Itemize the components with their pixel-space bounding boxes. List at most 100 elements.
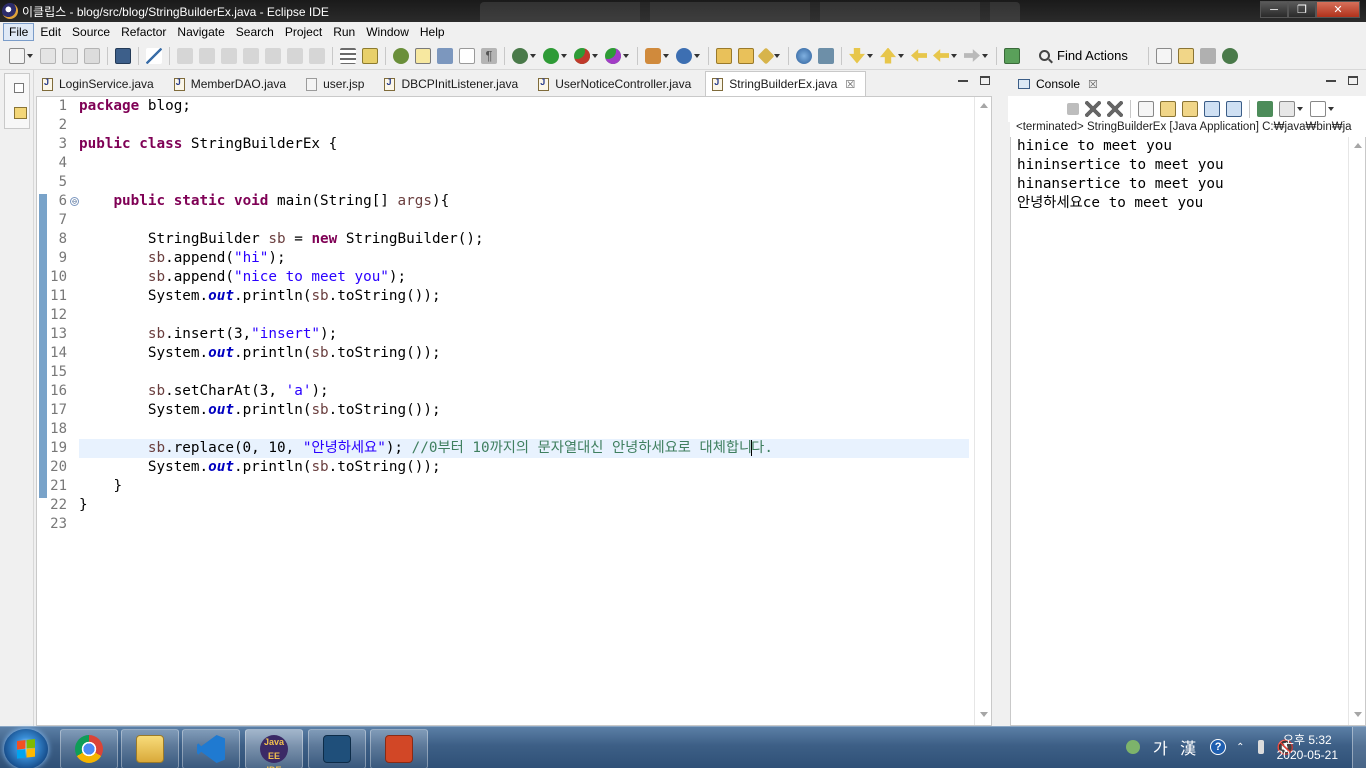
web-browser-icon[interactable] [796,47,812,64]
scroll-up-icon[interactable] [1354,143,1362,148]
terminate-icon[interactable] [221,47,237,64]
step-return-icon[interactable] [309,47,325,64]
clock[interactable]: 오후 5:32 2020-05-21 [1277,733,1338,763]
display-console-dropdown-icon[interactable] [1297,107,1303,111]
remove-all-terminated-icon[interactable] [1107,101,1123,117]
debug-icon[interactable] [512,47,528,64]
java-ee-perspective-icon[interactable] [1177,47,1194,64]
display-console-icon[interactable] [1279,101,1295,117]
word-wrap-icon[interactable] [340,47,356,64]
previous-annotation-dropdown-icon[interactable] [898,53,904,58]
open-perspective-icon[interactable] [1155,47,1172,64]
next-annotation-dropdown-icon[interactable] [867,53,873,58]
disconnect-icon[interactable] [243,47,259,64]
last-edit-location-icon[interactable] [911,49,927,62]
open-folder-icon[interactable] [716,47,732,64]
tab-login-service[interactable]: LoginService.java [36,72,164,96]
tab-console[interactable]: Console ☒ [1012,72,1106,96]
taskbar-mysql-workbench[interactable] [308,729,366,768]
tab-user-notice-controller[interactable]: UserNoticeController.java [532,72,701,96]
find-actions-button[interactable]: Find Actions [1039,48,1128,63]
debug-dropdown-icon[interactable] [530,53,536,58]
code-editor[interactable]: 1 2 3 4 5 6 ⊖ 7 8 9 10 11 12 13 14 15 16 … [36,96,992,726]
word-wrap-console-icon[interactable] [1182,101,1198,117]
external-tools-dropdown-icon[interactable] [623,53,629,58]
minimize-editor-icon[interactable] [958,80,968,82]
show-on-stderr-icon[interactable] [1226,101,1242,117]
menu-navigate[interactable]: Navigate [172,24,229,40]
network-icon[interactable] [1257,740,1264,754]
remove-launch-icon[interactable] [1085,101,1101,117]
tab-string-builder-ex[interactable]: StringBuilderEx.java ☒ [705,71,867,96]
chevron-icon[interactable]: ⌃ [1236,742,1244,753]
taskbar-eclipse[interactable]: Java EE IDE [245,729,303,768]
show-whitespace-icon[interactable] [459,47,475,64]
editor-vertical-scrollbar[interactable] [974,97,991,725]
help-icon[interactable]: ? [1210,739,1227,755]
menu-search[interactable]: Search [231,24,279,40]
code-text[interactable]: package blog; public class StringBuilder… [79,97,969,725]
toggle-mark-occurrences-icon[interactable] [415,47,431,64]
tab-user-jsp[interactable]: user.jsp [300,72,374,96]
suspend-icon[interactable] [199,47,215,64]
open-console-dropdown-icon[interactable] [1310,101,1326,117]
taskbar-chrome[interactable] [60,729,118,768]
close-button[interactable]: ✕ [1316,1,1360,18]
console-output[interactable]: hinice to meet you hininsertice to meet … [1010,137,1366,726]
team-sync-icon[interactable] [818,47,834,64]
taskbar-file-explorer[interactable] [121,729,179,768]
next-annotation-icon[interactable] [849,47,865,64]
maximize-console-icon[interactable] [1348,76,1358,85]
project-explorer-icon[interactable] [14,107,27,119]
hierarchy-icon[interactable] [362,47,378,64]
close-tab-icon[interactable]: ☒ [845,78,855,91]
menu-file[interactable]: File [3,23,35,41]
restore-icon[interactable] [14,83,24,93]
step-over-icon[interactable] [287,47,303,64]
debug-perspective-icon[interactable] [1221,47,1238,64]
menu-project[interactable]: Project [280,24,327,40]
run-dropdown-icon[interactable] [561,53,567,58]
pilcrow-icon[interactable]: ¶ [481,47,497,64]
tab-dbcp-init-listener[interactable]: DBCPInitListener.java [378,72,528,96]
scroll-down-icon[interactable] [1354,712,1362,717]
close-console-icon[interactable]: ☒ [1088,78,1098,91]
pin-editor-icon[interactable] [1004,47,1020,64]
pin-console-icon[interactable] [1257,101,1273,117]
maximize-button[interactable]: ❐ [1288,1,1316,18]
java-perspective-icon[interactable] [1199,47,1216,64]
open-type-icon[interactable] [393,47,409,64]
scroll-lock-icon[interactable] [1160,101,1176,117]
back-dropdown-icon[interactable] [951,53,957,58]
new-dropdown-icon[interactable] [27,53,33,58]
open-task-icon[interactable] [738,47,754,64]
sash-divider[interactable] [998,70,1008,726]
back-icon[interactable] [933,49,949,62]
maximize-editor-icon[interactable] [980,76,990,85]
menu-run[interactable]: Run [328,24,360,40]
minimize-button[interactable]: ─ [1260,1,1288,18]
save-icon[interactable] [40,47,56,64]
step-into-icon[interactable] [265,47,281,64]
menu-source[interactable]: Source [67,24,115,40]
terminate-icon[interactable] [1067,103,1079,115]
show-on-stdout-icon[interactable] [1204,101,1220,117]
coverage-icon[interactable] [574,47,590,64]
show-desktop-button[interactable] [1352,727,1366,768]
tab-member-dao[interactable]: MemberDAO.java [168,72,296,96]
search-icon[interactable] [757,47,775,64]
coverage-dropdown-icon[interactable] [592,53,598,58]
resume-icon[interactable] [177,47,193,64]
forward-dropdown-icon[interactable] [982,53,988,58]
search-dropdown-icon[interactable] [774,53,780,58]
new-java-project-icon[interactable] [645,47,661,64]
menu-help[interactable]: Help [415,24,450,40]
new-class-icon[interactable] [676,47,692,64]
previous-annotation-icon[interactable] [880,47,896,64]
skip-breakpoints-icon[interactable] [146,47,162,64]
start-button[interactable] [4,729,48,768]
print-icon[interactable] [84,47,100,64]
new-java-project-dropdown-icon[interactable] [663,53,669,58]
taskbar-powerpoint[interactable] [370,729,428,768]
menu-edit[interactable]: Edit [35,24,66,40]
